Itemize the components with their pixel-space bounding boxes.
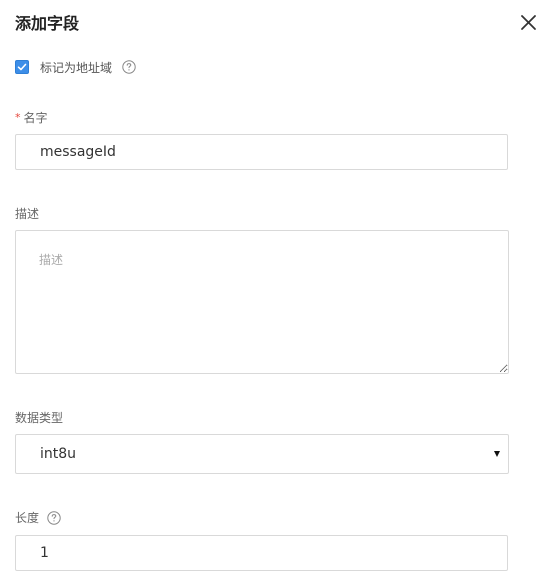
address-domain-checkbox[interactable] <box>15 60 29 74</box>
close-button[interactable] <box>519 13 539 33</box>
length-label-text: 长度 <box>15 511 40 525</box>
dialog-title: 添加字段 <box>15 14 80 33</box>
address-domain-label[interactable]: 标记为地址域 <box>40 59 112 76</box>
required-mark: * <box>15 111 21 124</box>
name-input[interactable] <box>15 134 508 170</box>
name-field-label: * 名字 <box>15 109 48 126</box>
length-field-label: 长度 <box>15 509 61 526</box>
data-type-select[interactable]: int8u <box>15 434 509 474</box>
name-label-text: 名字 <box>23 111 48 125</box>
description-textarea[interactable] <box>15 230 509 374</box>
close-icon <box>521 15 536 30</box>
question-circle-icon[interactable] <box>122 60 136 74</box>
data-type-selected-value: int8u <box>40 446 77 462</box>
description-field-label: 描述 <box>15 207 40 221</box>
length-input[interactable] <box>15 535 508 571</box>
add-field-dialog: 添加字段 标记为地址域 * 名字 描述 数据类型 int8u <box>0 0 540 581</box>
dropdown-arrow-icon <box>494 451 500 457</box>
address-domain-row: 标记为地址域 <box>15 58 136 76</box>
data-type-field-label: 数据类型 <box>15 411 64 425</box>
question-circle-icon[interactable] <box>47 510 61 525</box>
checkmark-icon <box>17 63 27 71</box>
